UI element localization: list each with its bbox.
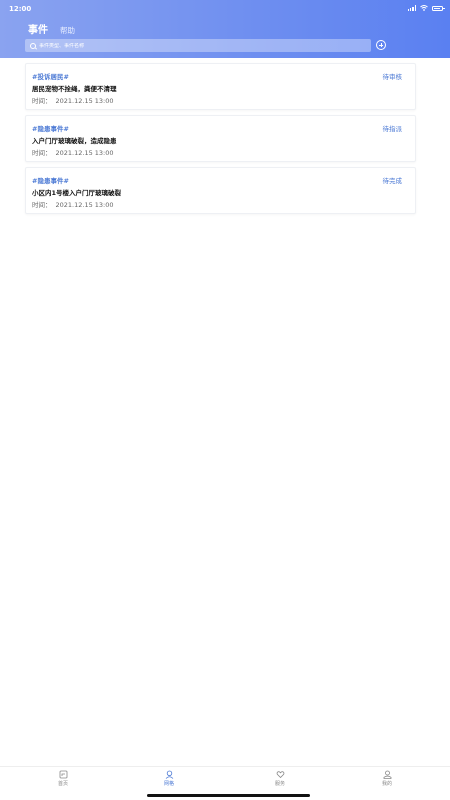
header-banner: 12:00 事件 帮助 — [0, 0, 450, 58]
status-bar: 12:00 — [0, 0, 450, 18]
event-time-label: 时间： — [32, 97, 52, 105]
search-input[interactable] — [39, 42, 339, 49]
event-time-value: 2021.12.15 13:00 — [55, 149, 114, 157]
tabbar-label: 服务 — [274, 781, 285, 787]
tabbar-item-mine[interactable]: 我的 — [367, 770, 407, 787]
home-indicator[interactable] — [147, 794, 310, 797]
event-title: 入户门厅玻璃破裂，造成隐患 — [32, 137, 117, 145]
event-time-label: 时间： — [32, 201, 52, 209]
tabbar-item-home[interactable]: 首页 — [43, 770, 83, 787]
tab-help[interactable]: 帮助 — [60, 25, 75, 36]
event-status: 待指派 — [382, 125, 403, 133]
profile-icon — [383, 770, 391, 779]
add-event-button[interactable] — [376, 40, 386, 50]
tabbar-label: 首页 — [57, 781, 68, 787]
event-card[interactable]: #隐患事件# 待完成 小区内1号楼入户门厅玻璃破裂 时间： 2021.12.15 … — [25, 167, 416, 214]
event-tag: #隐患事件# — [32, 177, 69, 185]
tabbar-label: 网格 — [163, 781, 174, 787]
tabbar-item-service[interactable]: 服务 — [260, 770, 300, 787]
battery-icon — [432, 5, 445, 11]
heart-hand-icon — [276, 771, 284, 779]
event-card[interactable]: #投诉居民# 待审核 居民宠物不拴绳，粪便不清理 时间： 2021.12.15 1… — [25, 63, 416, 110]
event-title: 小区内1号楼入户门厅玻璃破裂 — [32, 189, 122, 197]
event-time-value: 2021.12.15 13:00 — [55, 201, 114, 209]
wifi-icon — [420, 5, 428, 11]
event-time: 时间： 2021.12.15 13:00 — [32, 199, 114, 209]
event-time-label: 时间： — [32, 149, 52, 157]
event-status: 待完成 — [382, 177, 403, 185]
signal-icon — [407, 5, 416, 11]
event-status: 待审核 — [382, 73, 403, 81]
search-bar[interactable] — [25, 39, 371, 52]
tab-events[interactable]: 事件 — [28, 21, 48, 36]
grid-user-icon — [165, 770, 173, 779]
event-card[interactable]: #隐患事件# 待指派 入户门厅玻璃破裂，造成隐患 时间： 2021.12.15 1… — [25, 115, 416, 162]
event-time: 时间： 2021.12.15 13:00 — [32, 147, 114, 157]
header-tabs: 事件 帮助 — [28, 21, 75, 36]
event-time: 时间： 2021.12.15 13:00 — [32, 95, 114, 105]
search-icon — [30, 42, 36, 49]
tabbar-item-grid[interactable]: 网格 — [149, 770, 189, 787]
status-time: 12:00 — [9, 5, 32, 13]
tabbar-label: 我的 — [381, 781, 392, 787]
event-title: 居民宠物不拴绳，粪便不清理 — [32, 85, 117, 93]
event-tag: #隐患事件# — [32, 125, 69, 133]
event-tag: #投诉居民# — [32, 73, 69, 81]
event-time-value: 2021.12.15 13:00 — [55, 97, 114, 105]
status-icons — [407, 5, 445, 11]
home-icon — [59, 770, 67, 779]
event-list: #投诉居民# 待审核 居民宠物不拴绳，粪便不清理 时间： 2021.12.15 1… — [25, 63, 416, 219]
